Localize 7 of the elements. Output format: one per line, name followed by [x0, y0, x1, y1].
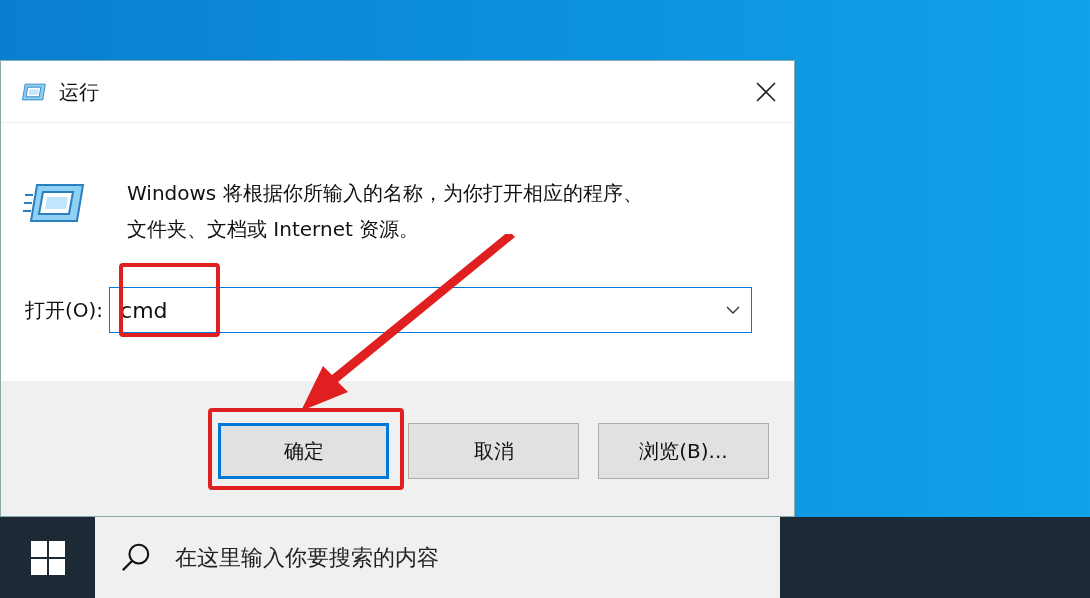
dialog-button[interactable]: 取消: [408, 423, 579, 479]
open-label: 打开(O):: [25, 297, 104, 324]
description-text: Windows 将根据你所输入的名称，为你打开相应的程序、文件夹、文档或 Internet 资源。: [127, 180, 644, 243]
dialog-button[interactable]: 浏览(B)...: [598, 423, 769, 479]
window-title: 运行: [59, 78, 100, 106]
taskbar-search-field[interactable]: 在这里输入你要搜索的内容: [95, 517, 780, 598]
dialog-button[interactable]: 确定: [218, 423, 389, 479]
